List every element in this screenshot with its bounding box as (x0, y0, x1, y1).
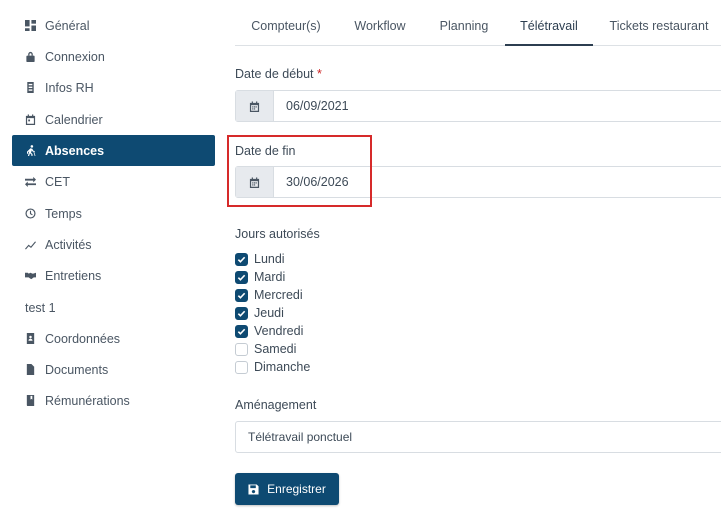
tab-planning[interactable]: Planning (423, 0, 505, 45)
tab-label: Compteur(s) (251, 19, 321, 33)
tab-label: Tickets restaurant (609, 19, 709, 33)
tab-workflow[interactable]: Workflow (337, 0, 423, 45)
highlight-box (227, 135, 372, 207)
person-walking-icon (24, 145, 36, 157)
check-icon (237, 274, 246, 281)
tab-bar: Compteur(s) Workflow Planning Télétravai… (235, 0, 721, 46)
calendar-icon (24, 114, 36, 126)
day-label: Mardi (254, 270, 286, 284)
tab-tickets-restaurant[interactable]: Tickets restaurant (593, 0, 721, 45)
day-label: Dimanche (254, 360, 311, 374)
day-checkbox-lundi[interactable]: Lundi (235, 251, 285, 267)
floppy-disk-icon (248, 483, 259, 495)
sidebar-item-label: Rémunérations (45, 393, 130, 408)
lock-icon (24, 51, 36, 63)
sidebar-item-label: Infos RH (45, 80, 94, 95)
day-label: Mercredi (254, 288, 303, 302)
day-label: Jeudi (254, 306, 284, 320)
required-mark: * (317, 67, 322, 81)
day-label: Samedi (254, 342, 297, 356)
tab-label: Workflow (354, 19, 406, 33)
checkbox[interactable] (235, 360, 248, 374)
sidebar-item-label: Coordonnées (45, 331, 121, 346)
sidebar-item-remunerations[interactable]: Rémunérations (12, 385, 215, 416)
save-button-label: Enregistrer (267, 482, 326, 496)
tab-compteurs[interactable]: Compteur(s) (235, 0, 337, 45)
day-label: Lundi (254, 252, 285, 266)
sidebar: Général Connexion Infos RH Calendrier Ab… (0, 0, 228, 512)
checkbox[interactable] (235, 324, 248, 338)
sidebar-item-coordonnees[interactable]: Coordonnées (12, 323, 215, 354)
sidebar-item-label: Activités (45, 237, 92, 252)
day-checkbox-jeudi[interactable]: Jeudi (235, 305, 284, 321)
checkbox[interactable] (235, 252, 248, 266)
chart-line-icon (24, 239, 36, 251)
sidebar-item-calendrier[interactable]: Calendrier (12, 104, 215, 135)
day-checkbox-dimanche[interactable]: Dimanche (235, 359, 310, 375)
calendar-icon (249, 100, 260, 112)
address-book-icon (24, 333, 36, 345)
checkbox[interactable] (235, 270, 248, 284)
check-icon (237, 256, 246, 263)
check-icon (237, 310, 246, 317)
start-date-label: Date de début * (235, 67, 322, 81)
day-checkbox-samedi[interactable]: Samedi (235, 341, 296, 357)
sidebar-item-label: Absences (45, 143, 105, 158)
sidebar-item-label: Connexion (45, 49, 105, 64)
tab-label: Télétravail (520, 19, 578, 33)
tab-teletravail[interactable]: Télétravail (505, 0, 593, 46)
sidebar-item-label: Calendrier (45, 112, 103, 127)
dashboard-icon (24, 20, 36, 32)
sidebar-item-cet[interactable]: CET (12, 166, 215, 197)
sidebar-item-label: CET (45, 174, 70, 189)
handshake-icon (24, 270, 36, 282)
day-checkbox-mercredi[interactable]: Mercredi (235, 287, 303, 303)
arrangement-label: Aménagement (235, 398, 317, 412)
sidebar-item-temps[interactable]: Temps (12, 198, 215, 229)
sidebar-item-activites[interactable]: Activités (12, 229, 215, 260)
sidebar-item-entretiens[interactable]: Entretiens (12, 260, 215, 291)
sidebar-item-label: Documents (45, 362, 109, 377)
sidebar-item-label: Temps (45, 206, 82, 221)
file-icon (24, 364, 36, 376)
start-date-label-text: Date de début (235, 67, 314, 81)
sidebar-item-general[interactable]: Général (12, 10, 215, 41)
sidebar-item-label: test 1 (25, 300, 56, 315)
sidebar-item-infos-rh[interactable]: Infos RH (12, 72, 215, 103)
day-checkbox-mardi[interactable]: Mardi (235, 269, 285, 285)
save-button[interactable]: Enregistrer (235, 473, 339, 505)
checkbox[interactable] (235, 342, 248, 356)
sidebar-item-documents[interactable]: Documents (12, 354, 215, 385)
calendar-addon[interactable] (236, 91, 274, 121)
exchange-icon (24, 176, 36, 188)
sidebar-item-connexion[interactable]: Connexion (12, 41, 215, 72)
checkbox[interactable] (235, 288, 248, 302)
tab-label: Planning (439, 19, 489, 33)
clock-icon (24, 208, 36, 220)
sidebar-item-label: Général (45, 18, 90, 33)
day-checkbox-vendredi[interactable]: Vendredi (235, 323, 303, 339)
sidebar-item-absences[interactable]: Absences (12, 135, 215, 166)
check-icon (237, 292, 246, 299)
check-icon (237, 328, 246, 335)
start-date-field[interactable]: 06/09/2021 (235, 90, 721, 122)
sidebar-item-test-1[interactable]: test 1 (12, 292, 215, 323)
checkbox[interactable] (235, 306, 248, 320)
book-icon (24, 395, 36, 407)
day-label: Vendredi (254, 324, 304, 338)
days-label: Jours autorisés (235, 227, 320, 241)
start-date-value: 06/09/2021 (286, 99, 349, 113)
arrangement-select[interactable]: Télétravail ponctuel (235, 421, 721, 453)
sidebar-item-label: Entretiens (45, 268, 102, 283)
id-card-icon (24, 82, 36, 94)
